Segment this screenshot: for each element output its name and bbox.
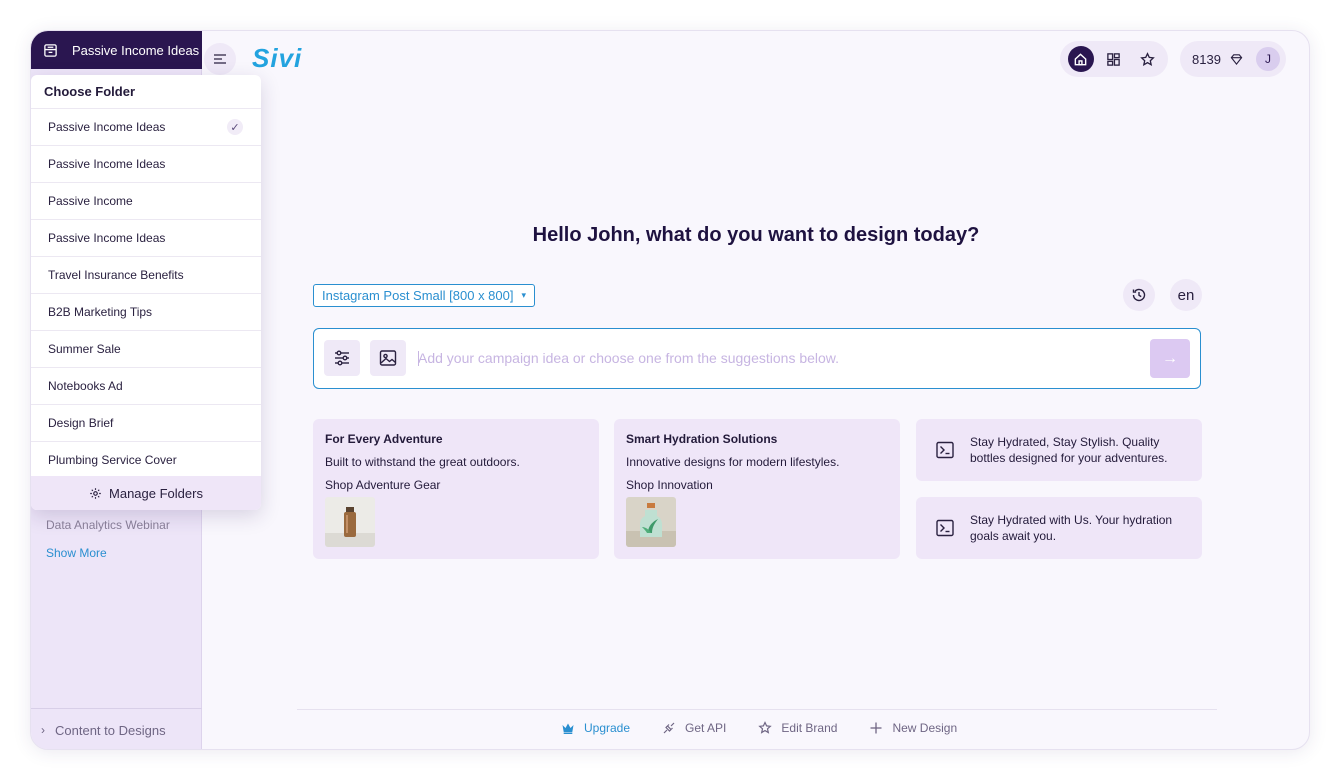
design-size-select[interactable]: Instagram Post Small [800 x 800] ▾ — [313, 284, 536, 307]
top-nav — [1060, 41, 1168, 77]
design-size-value: Instagram Post Small [800 x 800] — [322, 288, 514, 303]
suggestion-text: Stay Hydrated with Us. Your hydration go… — [970, 513, 1173, 543]
folder-option[interactable]: Passive Income Ideas ✓ — [31, 108, 261, 145]
folder-option[interactable]: Passive Income Ideas — [31, 219, 261, 256]
plus-icon — [870, 722, 882, 734]
folder-option-label: Passive Income Ideas — [48, 120, 166, 134]
suggestion-cta: Shop Adventure Gear — [325, 478, 441, 492]
folder-option-label: Design Brief — [48, 416, 114, 430]
folder-option[interactable]: Notebooks Ad — [31, 367, 261, 404]
menu-icon — [214, 54, 226, 64]
content-to-designs-label: Content to Designs — [55, 722, 166, 738]
chevron-down-icon: ▾ — [521, 290, 527, 300]
suggestion-text: Stay Hydrated, Stay Stylish. Quality bot… — [970, 435, 1168, 465]
footer-divider — [297, 709, 1217, 710]
folder-option-label: Passive Income — [48, 194, 133, 208]
campaign-idea-input[interactable] — [418, 343, 1138, 373]
folder-option[interactable]: Design Brief — [31, 404, 261, 441]
folder-option-label: Passive Income Ideas — [48, 231, 166, 245]
grid-icon[interactable] — [1101, 46, 1127, 72]
bottle-thumbnail — [626, 497, 676, 547]
folder-option[interactable]: Plumbing Service Cover — [31, 441, 261, 478]
prompt-settings-button[interactable] — [324, 340, 360, 376]
manage-folders-button[interactable]: Manage Folders — [31, 476, 261, 510]
sidebar-item-data-analytics-webinar[interactable]: Data Analytics Webinar — [46, 518, 170, 532]
suggestion-title: For Every Adventure — [325, 432, 443, 446]
history-icon — [1132, 288, 1146, 302]
star-outline-icon — [758, 721, 773, 734]
image-icon — [379, 350, 397, 366]
page-title: Hello John, what do you want to design t… — [532, 224, 980, 246]
suggestion-card[interactable]: For Every Adventure Built to withstand t… — [313, 419, 599, 559]
folder-option[interactable]: Passive Income Ideas — [31, 145, 261, 182]
bottle-thumbnail — [325, 497, 375, 547]
suggestion-text-card[interactable]: Stay Hydrated with Us. Your hydration go… — [916, 497, 1202, 559]
folder-option[interactable]: Travel Insurance Benefits — [31, 256, 261, 293]
avatar[interactable]: J — [1256, 47, 1280, 71]
credits-count: 8139 — [1192, 51, 1221, 67]
image-upload-button[interactable] — [370, 340, 406, 376]
folder-dropdown: Choose Folder Passive Income Ideas ✓ Pas… — [31, 75, 261, 510]
upgrade-label: Upgrade — [584, 721, 631, 735]
credits-badge[interactable]: 8139 J — [1180, 41, 1286, 77]
home-icon[interactable] — [1067, 46, 1094, 72]
get-api-label: Get API — [685, 721, 727, 735]
new-design-label: New Design — [892, 721, 958, 735]
edit-brand-label: Edit Brand — [781, 721, 838, 735]
folder-option-label: Notebooks Ad — [48, 379, 123, 393]
suggestion-text-card[interactable]: Stay Hydrated, Stay Stylish. Quality bot… — [916, 419, 1202, 481]
manage-folders-label: Manage Folders — [109, 485, 203, 501]
app-window: Passive Income Ideas Data Analytics Webi… — [30, 30, 1310, 750]
gear-icon — [90, 487, 101, 499]
get-api-link[interactable]: Get API — [662, 721, 726, 735]
folder-icon — [44, 43, 57, 57]
folder-option-label: Passive Income Ideas — [48, 157, 166, 171]
suggestion-cta: Shop Innovation — [626, 478, 713, 492]
folder-option-label: Travel Insurance Benefits — [48, 268, 184, 282]
folder-option[interactable]: Passive Income — [31, 182, 261, 219]
folder-option[interactable]: B2B Marketing Tips — [31, 293, 261, 330]
plug-icon — [663, 722, 675, 734]
suggestion-subtitle: Innovative designs for modern lifestyles… — [626, 455, 840, 469]
chevron-right-icon: › — [41, 723, 45, 737]
prompt-template-icon — [936, 441, 954, 459]
star-icon[interactable] — [1134, 46, 1160, 72]
check-icon: ✓ — [227, 119, 243, 135]
prompt-box: → — [313, 328, 1201, 389]
suggestion-title: Smart Hydration Solutions — [626, 432, 778, 446]
sivi-logo[interactable]: Sivi — [252, 43, 302, 74]
send-button[interactable]: → — [1150, 339, 1190, 378]
prompt-template-icon — [936, 519, 954, 537]
edit-brand-link[interactable]: Edit Brand — [758, 721, 837, 735]
suggestion-card[interactable]: Smart Hydration Solutions Innovative des… — [614, 419, 900, 559]
folder-selector-button[interactable]: Passive Income Ideas — [31, 31, 202, 69]
diamond-icon — [1230, 53, 1243, 65]
folder-option[interactable]: Summer Sale — [31, 330, 261, 367]
content-to-designs-button[interactable]: › Content to Designs — [31, 708, 202, 749]
sliders-icon — [335, 350, 349, 366]
language-button[interactable]: en — [1170, 279, 1202, 311]
crown-icon — [562, 723, 574, 734]
new-design-link[interactable]: New Design — [869, 721, 957, 735]
show-more-link[interactable]: Show More — [46, 546, 107, 560]
folder-option-label: Summer Sale — [48, 342, 121, 356]
dropdown-title: Choose Folder — [44, 84, 136, 99]
history-button[interactable] — [1123, 279, 1155, 311]
suggestion-subtitle: Built to withstand the great outdoors. — [325, 455, 520, 469]
menu-toggle-button[interactable] — [204, 43, 236, 75]
current-folder-label: Passive Income Ideas — [72, 42, 200, 58]
footer-links: Upgrade Get API Edit Brand New Design — [561, 721, 989, 735]
folder-option-label: Plumbing Service Cover — [48, 453, 177, 467]
arrow-right-icon: → — [1162, 349, 1178, 367]
upgrade-link[interactable]: Upgrade — [561, 721, 630, 735]
folder-option-label: B2B Marketing Tips — [48, 305, 153, 319]
